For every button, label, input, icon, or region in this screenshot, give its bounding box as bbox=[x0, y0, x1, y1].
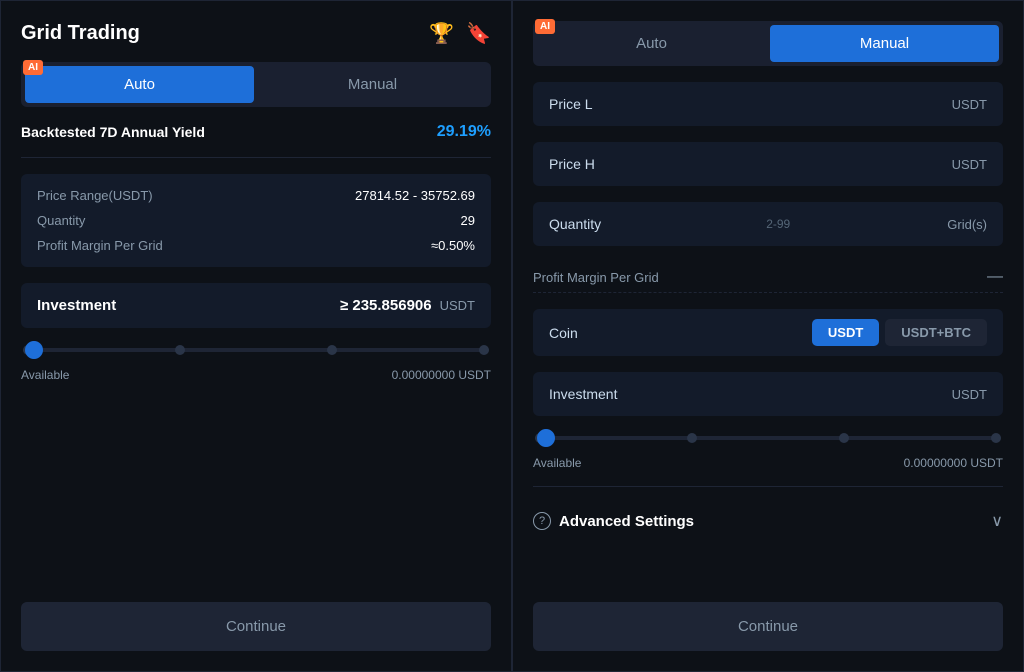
advanced-label: Advanced Settings bbox=[559, 513, 694, 530]
slider-dot-2 bbox=[175, 345, 185, 355]
profit-margin-value: ≈0.50% bbox=[431, 238, 475, 253]
bookmark-icon[interactable]: 🔖 bbox=[466, 21, 491, 46]
left-slider-thumb[interactable] bbox=[25, 341, 43, 359]
right-slider-dots bbox=[535, 433, 1001, 443]
right-slider-container[interactable] bbox=[533, 432, 1003, 440]
header: Grid Trading 🏆 🔖 bbox=[21, 21, 491, 46]
right-slider-track[interactable] bbox=[535, 436, 1001, 440]
right-slider-dot-3 bbox=[839, 433, 849, 443]
price-h-row[interactable]: Price H USDT bbox=[533, 142, 1003, 186]
left-manual-button[interactable]: Manual bbox=[258, 66, 487, 103]
left-available-label: Available bbox=[21, 368, 69, 382]
price-range-row: Price Range(USDT) 27814.52 - 35752.69 bbox=[37, 188, 475, 203]
right-slider-dot-4 bbox=[991, 433, 1001, 443]
usdt-btc-button[interactable]: USDT+BTC bbox=[885, 319, 987, 346]
quantity-row-right[interactable]: Quantity 2-99 Grid(s) bbox=[533, 202, 1003, 246]
header-icons: 🏆 🔖 bbox=[429, 21, 491, 46]
right-profit-margin-label: Profit Margin Per Grid bbox=[533, 270, 659, 285]
price-range-value: 27814.52 - 35752.69 bbox=[355, 188, 475, 203]
quantity-value: 29 bbox=[461, 213, 475, 228]
slider-dot-3 bbox=[327, 345, 337, 355]
left-panel: Grid Trading 🏆 🔖 AI Auto Manual Backtest… bbox=[0, 0, 512, 672]
right-divider bbox=[533, 486, 1003, 487]
right-slider-thumb[interactable] bbox=[537, 429, 555, 447]
right-slider-dot-2 bbox=[687, 433, 697, 443]
investment-currency: USDT bbox=[440, 298, 475, 313]
trophy-icon[interactable]: 🏆 bbox=[429, 21, 454, 46]
quantity-range: 2-99 bbox=[766, 217, 790, 231]
right-continue-button[interactable]: Continue bbox=[533, 602, 1003, 651]
price-l-currency: USDT bbox=[952, 97, 987, 112]
left-ai-badge: AI bbox=[23, 60, 43, 75]
left-available-value: 0.00000000 USDT bbox=[392, 368, 491, 382]
right-available-value: 0.00000000 USDT bbox=[904, 456, 1003, 470]
left-continue-button[interactable]: Continue bbox=[21, 602, 491, 651]
right-ai-badge: AI bbox=[535, 19, 555, 34]
advanced-settings-row[interactable]: ? Advanced Settings ∨ bbox=[533, 503, 1003, 539]
profit-margin-label: Profit Margin Per Grid bbox=[37, 238, 163, 253]
left-slider-container[interactable] bbox=[21, 344, 491, 352]
usdt-button[interactable]: USDT bbox=[812, 319, 879, 346]
left-slider-track[interactable] bbox=[23, 348, 489, 352]
slider-dots bbox=[23, 345, 489, 355]
left-spacer bbox=[21, 398, 491, 586]
quantity-label: Quantity bbox=[37, 213, 85, 228]
right-investment-label: Investment bbox=[549, 386, 617, 402]
slider-dot-4 bbox=[479, 345, 489, 355]
left-available-row: Available 0.00000000 USDT bbox=[21, 368, 491, 382]
stats-box: Price Range(USDT) 27814.52 - 35752.69 Qu… bbox=[21, 174, 491, 267]
right-manual-button[interactable]: Manual bbox=[770, 25, 999, 62]
quantity-label-right: Quantity bbox=[549, 216, 601, 232]
right-investment-currency: USDT bbox=[952, 387, 987, 402]
investment-box: Investment ≥ 235.856906 USDT bbox=[21, 283, 491, 328]
coin-toggle: USDT USDT+BTC bbox=[812, 319, 987, 346]
right-available-label: Available bbox=[533, 456, 581, 470]
coin-row: Coin USDT USDT+BTC bbox=[533, 309, 1003, 356]
right-investment-row[interactable]: Investment USDT bbox=[533, 372, 1003, 416]
right-available-row: Available 0.00000000 USDT bbox=[533, 456, 1003, 470]
left-auto-button[interactable]: Auto bbox=[25, 66, 254, 103]
price-l-label: Price L bbox=[549, 96, 593, 112]
quantity-unit: Grid(s) bbox=[947, 217, 987, 232]
right-profit-margin-row: Profit Margin Per Grid — bbox=[533, 262, 1003, 293]
investment-amount: ≥ 235.856906 bbox=[116, 297, 431, 314]
price-h-currency: USDT bbox=[952, 157, 987, 172]
divider-1 bbox=[21, 157, 491, 158]
right-profit-margin-value: — bbox=[987, 268, 1003, 286]
coin-label: Coin bbox=[549, 325, 578, 341]
investment-label: Investment bbox=[37, 297, 116, 314]
price-range-label: Price Range(USDT) bbox=[37, 188, 153, 203]
yield-row: Backtested 7D Annual Yield 29.19% bbox=[21, 123, 491, 141]
quantity-row: Quantity 29 bbox=[37, 213, 475, 228]
chevron-down-icon: ∨ bbox=[991, 511, 1003, 531]
right-panel: AI Auto Manual Price L USDT Price H USDT… bbox=[512, 0, 1024, 672]
right-toggle-container: AI Auto Manual bbox=[533, 21, 1003, 66]
price-l-row[interactable]: Price L USDT bbox=[533, 82, 1003, 126]
price-h-label: Price H bbox=[549, 156, 595, 172]
advanced-left: ? Advanced Settings bbox=[533, 512, 694, 530]
left-toggle-container: AI Auto Manual bbox=[21, 62, 491, 107]
right-auto-button[interactable]: Auto bbox=[537, 25, 766, 62]
yield-value: 29.19% bbox=[437, 123, 491, 141]
profit-margin-row: Profit Margin Per Grid ≈0.50% bbox=[37, 238, 475, 253]
right-spacer bbox=[533, 555, 1003, 586]
yield-label: Backtested 7D Annual Yield bbox=[21, 124, 205, 140]
question-icon: ? bbox=[533, 512, 551, 530]
page-title: Grid Trading bbox=[21, 22, 140, 45]
